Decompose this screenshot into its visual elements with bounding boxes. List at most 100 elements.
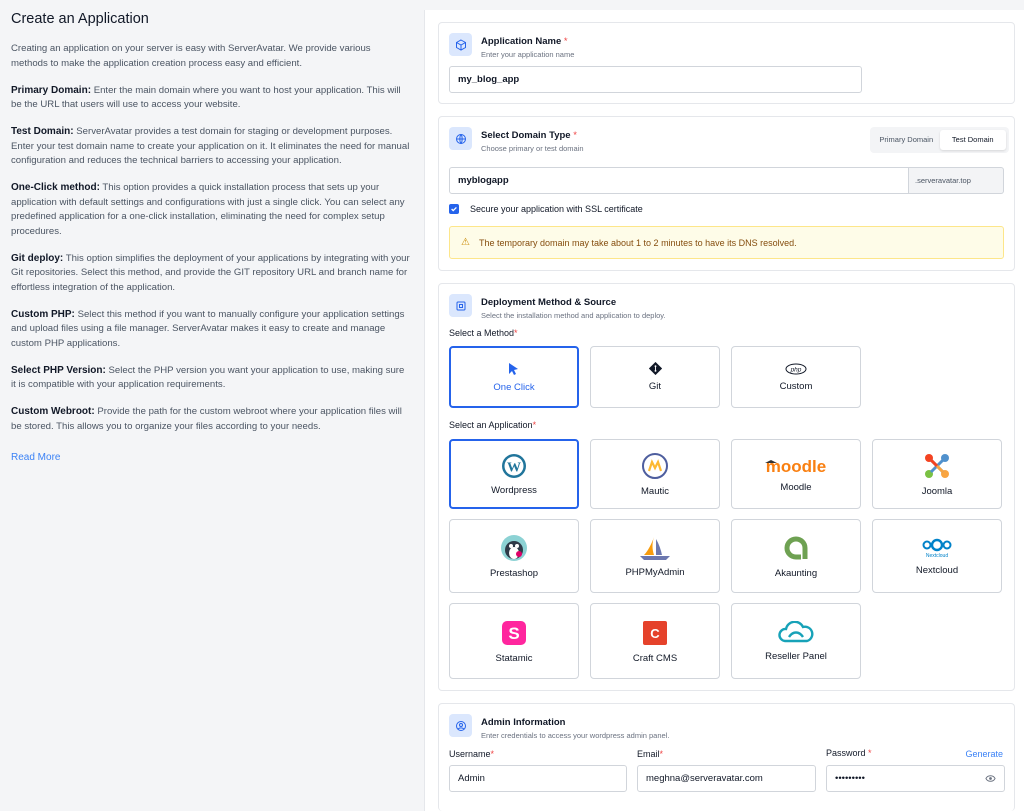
app-moodle[interactable]: moodle Moodle bbox=[731, 439, 861, 509]
domain-card: Select Domain Type * Choose primary or t… bbox=[438, 116, 1015, 271]
method-label-custom: Custom bbox=[779, 380, 813, 392]
domain-suffix: .serveravatar.top bbox=[909, 167, 1004, 194]
app-name-input[interactable]: my_blog_app bbox=[449, 66, 862, 93]
dns-alert-text: The temporary domain may take about 1 to… bbox=[478, 237, 797, 248]
help-section: Custom PHP: Select this method if you wa… bbox=[11, 308, 410, 352]
app-prestashop[interactable]: Prestashop bbox=[449, 519, 579, 593]
required-mark: * bbox=[563, 36, 568, 47]
eye-icon[interactable] bbox=[985, 774, 996, 786]
required-mark: * bbox=[573, 130, 577, 141]
password-input[interactable]: ••••••••• bbox=[826, 765, 1005, 792]
user-circle-icon bbox=[449, 714, 472, 737]
app-name-subtitle: Enter your application name bbox=[481, 50, 575, 59]
app-reseller-panel[interactable]: Reseller Panel bbox=[731, 603, 861, 679]
password-value: ••••••••• bbox=[835, 773, 865, 784]
deploy-title: Deployment Method & Source bbox=[481, 297, 617, 308]
cube-icon bbox=[449, 33, 472, 56]
help-section-term: Custom Webroot: bbox=[11, 406, 95, 417]
method-label-git: Git bbox=[648, 381, 662, 392]
read-more-link[interactable]: Read More bbox=[11, 452, 60, 463]
method-label-one-click: One Click bbox=[493, 381, 535, 393]
help-section: Git deploy: This option simplifies the d… bbox=[11, 252, 410, 296]
moodle-logo-text: moodle bbox=[766, 457, 826, 476]
app-label-craftcms: Craft CMS bbox=[632, 652, 678, 664]
intro-text: Creating an application on your server i… bbox=[11, 43, 371, 69]
php-icon: php bbox=[785, 363, 807, 375]
app-name-value: my_blog_app bbox=[458, 74, 520, 85]
help-section-term: Primary Domain: bbox=[11, 84, 92, 96]
app-label-statamic: Statamic bbox=[495, 652, 533, 664]
tab-test-domain[interactable]: Test Domain bbox=[939, 130, 1006, 150]
generate-password-link[interactable]: Generate bbox=[965, 749, 1003, 759]
help-section: One-Click method: This option provides a… bbox=[11, 181, 410, 239]
domain-value: myblogapp bbox=[458, 175, 509, 186]
help-section-term: One-Click method: bbox=[11, 182, 100, 193]
mautic-icon bbox=[641, 452, 669, 480]
app-label-mautic: Mautic bbox=[641, 485, 669, 497]
username-label: Username* bbox=[449, 749, 495, 759]
warning-icon: ⚠ bbox=[461, 237, 470, 248]
app-label-moodle: Moodle bbox=[780, 481, 812, 493]
method-git[interactable]: Git bbox=[590, 346, 720, 408]
app-label-nextcloud: Nextcloud bbox=[915, 564, 959, 576]
email-input[interactable]: meghna@serveravatar.com bbox=[637, 765, 816, 792]
app-joomla[interactable]: Joomla bbox=[872, 439, 1002, 509]
page-title: Create an Application bbox=[11, 11, 149, 27]
help-section-term: Select PHP Version: bbox=[11, 364, 106, 376]
help-section-text: This option simplifies the deployment of… bbox=[11, 252, 410, 293]
svg-text:W: W bbox=[507, 460, 521, 475]
admin-subtitle: Enter credentials to access your wordpre… bbox=[481, 731, 670, 740]
wordpress-icon: W bbox=[501, 453, 527, 479]
statamic-icon: S bbox=[500, 619, 528, 647]
joomla-icon bbox=[923, 452, 951, 480]
app-akaunting[interactable]: Akaunting bbox=[731, 519, 861, 593]
domain-subtitle: Choose primary or test domain bbox=[481, 144, 584, 153]
app-nextcloud[interactable]: Nextcloud Nextcloud bbox=[872, 519, 1002, 593]
svg-text:C: C bbox=[650, 626, 660, 641]
deploy-subtitle: Select the installation method and appli… bbox=[481, 311, 666, 320]
deploy-card: Deployment Method & Source Select the in… bbox=[438, 283, 1015, 691]
cursor-icon bbox=[508, 362, 520, 376]
app-label-prestashop: Prestashop bbox=[489, 567, 539, 579]
svg-text:php: php bbox=[790, 366, 802, 373]
domain-input[interactable]: myblogapp bbox=[449, 167, 909, 194]
app-label-wordpress: Wordpress bbox=[491, 484, 537, 496]
help-section-term: Custom PHP: bbox=[11, 308, 75, 320]
email-value: meghna@serveravatar.com bbox=[646, 773, 763, 784]
app-label: Select an Application* bbox=[449, 420, 537, 430]
prestashop-icon bbox=[500, 534, 528, 562]
deploy-icon bbox=[449, 294, 472, 317]
app-mautic[interactable]: Mautic bbox=[590, 439, 720, 509]
app-phpmyadmin[interactable]: PHPMyAdmin bbox=[590, 519, 720, 593]
app-label-reseller-panel: Reseller Panel bbox=[765, 650, 827, 662]
app-label-joomla: Joomla bbox=[921, 485, 953, 497]
help-section-term: Test Domain: bbox=[11, 126, 74, 137]
app-craftcms[interactable]: C Craft CMS bbox=[590, 603, 720, 679]
method-label: Select a Method* bbox=[449, 328, 518, 338]
ssl-checkbox[interactable] bbox=[449, 204, 459, 214]
help-section: Primary Domain: Enter the main domain wh… bbox=[11, 84, 410, 113]
git-icon bbox=[648, 362, 662, 375]
admin-title: Admin Information bbox=[481, 717, 566, 728]
method-custom[interactable]: php Custom bbox=[731, 346, 861, 408]
app-name-card: Application Name * Enter your applicatio… bbox=[438, 22, 1015, 104]
admin-card: Admin Information Enter credentials to a… bbox=[438, 703, 1015, 811]
help-section: Select PHP Version: Select the PHP versi… bbox=[11, 364, 410, 393]
email-label: Email* bbox=[637, 749, 664, 759]
tab-primary-domain[interactable]: Primary Domain bbox=[873, 130, 940, 150]
moodle-icon: moodle bbox=[763, 456, 829, 476]
ssl-checkbox-row[interactable]: Secure your application with SSL certifi… bbox=[449, 204, 643, 214]
globe-icon bbox=[449, 127, 472, 150]
app-wordpress[interactable]: W Wordpress bbox=[449, 439, 579, 509]
dns-alert: ⚠ The temporary domain may take about 1 … bbox=[449, 226, 1004, 259]
help-section: Custom Webroot: Provide the path for the… bbox=[11, 405, 410, 434]
app-statamic[interactable]: S Statamic bbox=[449, 603, 579, 679]
reseller-cloud-icon bbox=[777, 620, 815, 645]
ssl-label: Secure your application with SSL certifi… bbox=[470, 204, 643, 214]
craftcms-icon: C bbox=[641, 619, 669, 647]
method-one-click[interactable]: One Click bbox=[449, 346, 579, 408]
username-input[interactable]: Admin bbox=[449, 765, 627, 792]
nextcloud-logo-text: Nextcloud bbox=[926, 553, 948, 559]
help-section: Test Domain: ServerAvatar provides a tes… bbox=[11, 125, 410, 169]
svg-text:S: S bbox=[508, 624, 519, 643]
